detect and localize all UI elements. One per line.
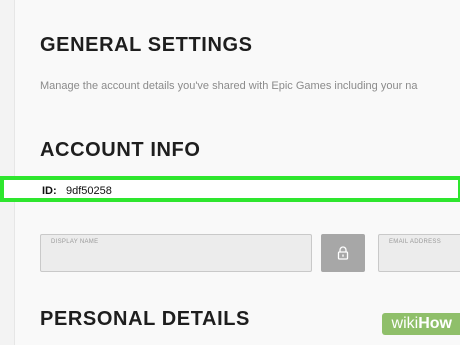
left-gutter — [0, 0, 15, 345]
account-id-row: ID: 9df50258 — [0, 176, 460, 202]
email-address-label: EMAIL ADDRESS — [389, 239, 442, 245]
display-name-field[interactable]: DISPLAY NAME — [40, 234, 312, 272]
account-id-value: 9df50258 — [66, 185, 112, 197]
watermark-how: How — [418, 315, 452, 332]
lock-icon — [337, 246, 349, 260]
display-name-label: DISPLAY NAME — [51, 239, 99, 245]
wikihow-watermark: wikiHow — [381, 313, 460, 335]
watermark-wiki: wiki — [391, 315, 419, 332]
general-settings-description: Manage the account details you've shared… — [40, 80, 418, 92]
general-settings-title: GENERAL SETTINGS — [40, 34, 253, 56]
email-address-field[interactable]: EMAIL ADDRESS — [378, 234, 460, 272]
settings-page: GENERAL SETTINGS Manage the account deta… — [0, 0, 460, 345]
personal-details-title: PERSONAL DETAILS — [40, 308, 250, 330]
account-info-title: ACCOUNT INFO — [40, 139, 201, 161]
edit-display-name-button[interactable] — [321, 234, 365, 272]
account-id-label: ID: — [42, 185, 57, 197]
